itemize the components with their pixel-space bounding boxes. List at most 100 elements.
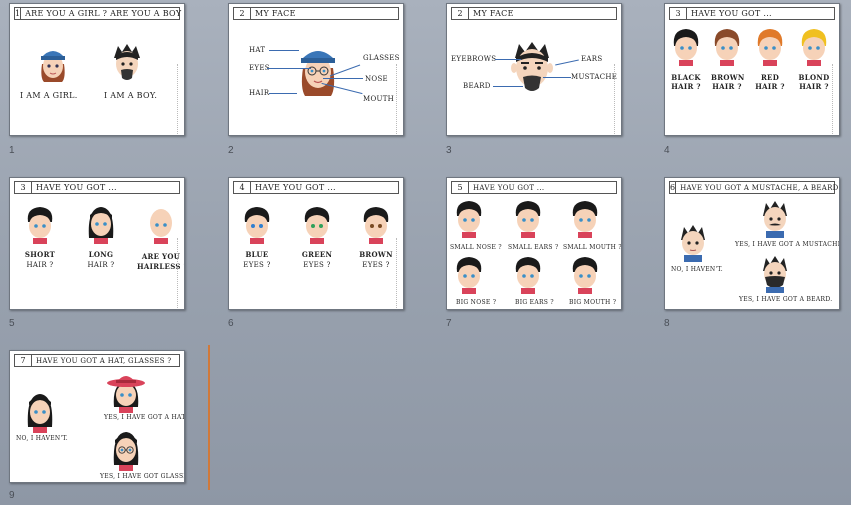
slide-title-bar: 3 HAVE YOU GOT ... — [14, 181, 180, 194]
slide-thumbnail-8[interactable]: 6 HAVE YOU GOT A MUSTACHE, A BEARD ? NO,… — [664, 177, 840, 310]
girl-hat-face-icon — [106, 371, 146, 413]
slide-title-number: 2 — [452, 8, 469, 19]
black-label: BLACK — [671, 73, 701, 82]
slide-title: HAVE YOU GOT A MUSTACHE, A BEARD ? — [680, 183, 840, 192]
slide-title-number: 5 — [452, 182, 469, 193]
leader-line — [267, 68, 311, 69]
blond-hair-face-icon — [798, 26, 830, 66]
side-credit — [832, 64, 838, 134]
small-nose-face-icon — [453, 198, 485, 238]
slide-title-bar: 3 HAVE YOU GOT ... — [669, 7, 835, 20]
blue-eyes-face-icon — [241, 204, 273, 244]
glasses-label: GLASSES — [363, 54, 400, 62]
big-mouth-face-icon — [569, 254, 601, 294]
big-nose-face-icon — [453, 254, 485, 294]
slide-thumbnail-3[interactable]: 2 MY FACE EYEBROWS BEARD EARS MUSTACHE — [446, 3, 622, 136]
mustache-label: MUSTACHE — [571, 73, 618, 81]
blond-label: BLOND — [798, 73, 830, 82]
leader-line — [493, 86, 523, 87]
slide-title-number: 7 — [15, 355, 32, 366]
slide-title-bar: 6 HAVE YOU GOT A MUSTACHE, A BEARD ? — [669, 181, 839, 194]
small-ears-label: SMALL EARS ? — [508, 244, 559, 251]
slide-title: HAVE YOU GOT A HAT, GLASSES ? — [36, 356, 172, 365]
slide-title: HAVE YOU GOT ... — [36, 183, 117, 192]
big-mouth-label: BIG MOUTH ? — [569, 299, 617, 306]
black-hair-face-icon — [670, 26, 702, 66]
girl-glasses-face-icon — [110, 429, 142, 471]
leader-line — [543, 77, 571, 78]
man-beard-face-icon — [509, 40, 555, 98]
side-credit — [396, 64, 402, 134]
slide-title: HAVE YOU GOT ... — [691, 9, 772, 18]
short-label: SHORT — [24, 250, 56, 259]
side-credit — [614, 64, 620, 134]
short-hair-label: HAIR ? — [26, 261, 54, 269]
slide-number-8: 8 — [664, 318, 670, 329]
slide-thumbnail-4[interactable]: 3 HAVE YOU GOT ... BLACK HAIR ? BROWN HA… — [664, 3, 840, 136]
brown-label: BROWN — [711, 73, 745, 82]
yes-beard-label: YES, I HAVE GOT A BEARD. — [739, 296, 833, 303]
slide-number-3: 3 — [446, 145, 452, 156]
mustache-face-icon — [759, 198, 791, 238]
slide-title: MY FACE — [473, 9, 514, 18]
slide-thumbnail-5[interactable]: 3 HAVE YOU GOT ... SHORT HAIR ? LONG HAI… — [9, 177, 185, 310]
black-hair-label: HAIR ? — [671, 82, 701, 91]
slide-thumbnail-7[interactable]: 5 HAVE YOU GOT ... SMALL NOSE ? SMALL EA… — [446, 177, 622, 310]
green-eyes-label: EYES ? — [303, 261, 331, 269]
slide-title: HAVE YOU GOT ... — [255, 183, 336, 192]
brown-hair-label: HAIR ? — [712, 82, 742, 91]
girl-cap-face-icon — [36, 42, 70, 84]
insertion-marker — [208, 345, 210, 490]
slide-title-number: 3 — [15, 182, 32, 193]
boy-label: I AM A BOY. — [104, 91, 158, 100]
slide-number-6: 6 — [228, 318, 234, 329]
big-ears-face-icon — [512, 254, 544, 294]
yes-glasses-label: YES, I HAVE GOT GLASSES. — [100, 473, 184, 480]
big-nose-label: BIG NOSE ? — [456, 299, 497, 306]
blond-hair-label: HAIR ? — [799, 82, 829, 91]
brown-eyes-word-label: BROWN — [359, 250, 393, 259]
brown-hair-face-icon — [711, 26, 743, 66]
leader-line — [495, 59, 521, 60]
slide-title-bar: 7 HAVE YOU GOT A HAT, GLASSES ? — [14, 354, 180, 367]
slide-number-4: 4 — [664, 145, 670, 156]
slide-thumbnail-6[interactable]: 4 HAVE YOU GOT ... BLUE EYES ? GREEN EYE… — [228, 177, 404, 310]
slide-title-bar: 5 HAVE YOU GOT ... — [451, 181, 617, 194]
slide-thumbnail-1[interactable]: 1 ARE YOU A GIRL ? ARE YOU A BOY ? I AM … — [9, 3, 185, 136]
slide-title-number: 2 — [234, 8, 251, 19]
blue-label: BLUE — [245, 250, 269, 259]
clean-shaven-face-icon — [677, 222, 709, 262]
slide-thumbnail-9[interactable]: 7 HAVE YOU GOT A HAT, GLASSES ? NO, I HA… — [9, 350, 185, 483]
full-beard-face-icon — [759, 253, 791, 293]
mouth-label: MOUTH — [363, 95, 395, 103]
blue-eyes-label: EYES ? — [243, 261, 271, 269]
leader-line — [323, 78, 363, 79]
long-label: LONG — [88, 250, 114, 259]
slide-title: MY FACE — [255, 9, 296, 18]
green-eyes-face-icon — [301, 204, 333, 244]
short-hair-face-icon — [24, 204, 56, 244]
long-hair-face-icon — [85, 204, 117, 244]
leader-line — [269, 93, 297, 94]
slide-number-9: 9 — [9, 490, 15, 501]
big-ears-label: BIG EARS ? — [515, 299, 554, 306]
small-ears-face-icon — [512, 198, 544, 238]
beard-label: BEARD — [463, 82, 491, 90]
green-label: GREEN — [301, 250, 333, 259]
girl-glasses-face-icon — [295, 42, 341, 98]
slide-title: HAVE YOU GOT ... — [473, 183, 545, 192]
small-mouth-label: SMALL MOUTH ? — [563, 244, 622, 251]
long-hair-label: HAIR ? — [87, 261, 115, 269]
leader-line — [555, 59, 579, 66]
slide-title-bar: 4 HAVE YOU GOT ... — [233, 181, 399, 194]
side-credit — [177, 238, 183, 308]
boy-beard-face-icon — [108, 42, 146, 84]
small-nose-label: SMALL NOSE ? — [450, 244, 502, 251]
no-label: NO, I HAVEN'T. — [16, 435, 69, 442]
slide-thumbnail-2[interactable]: 2 MY FACE HAT EYES HAIR GLASSES NOSE MOU… — [228, 3, 404, 136]
red-label: RED — [760, 73, 780, 82]
side-credit — [177, 64, 183, 134]
hat-label: HAT — [249, 46, 266, 54]
nose-label: NOSE — [365, 75, 388, 83]
brown-eyes-face-icon — [360, 204, 392, 244]
